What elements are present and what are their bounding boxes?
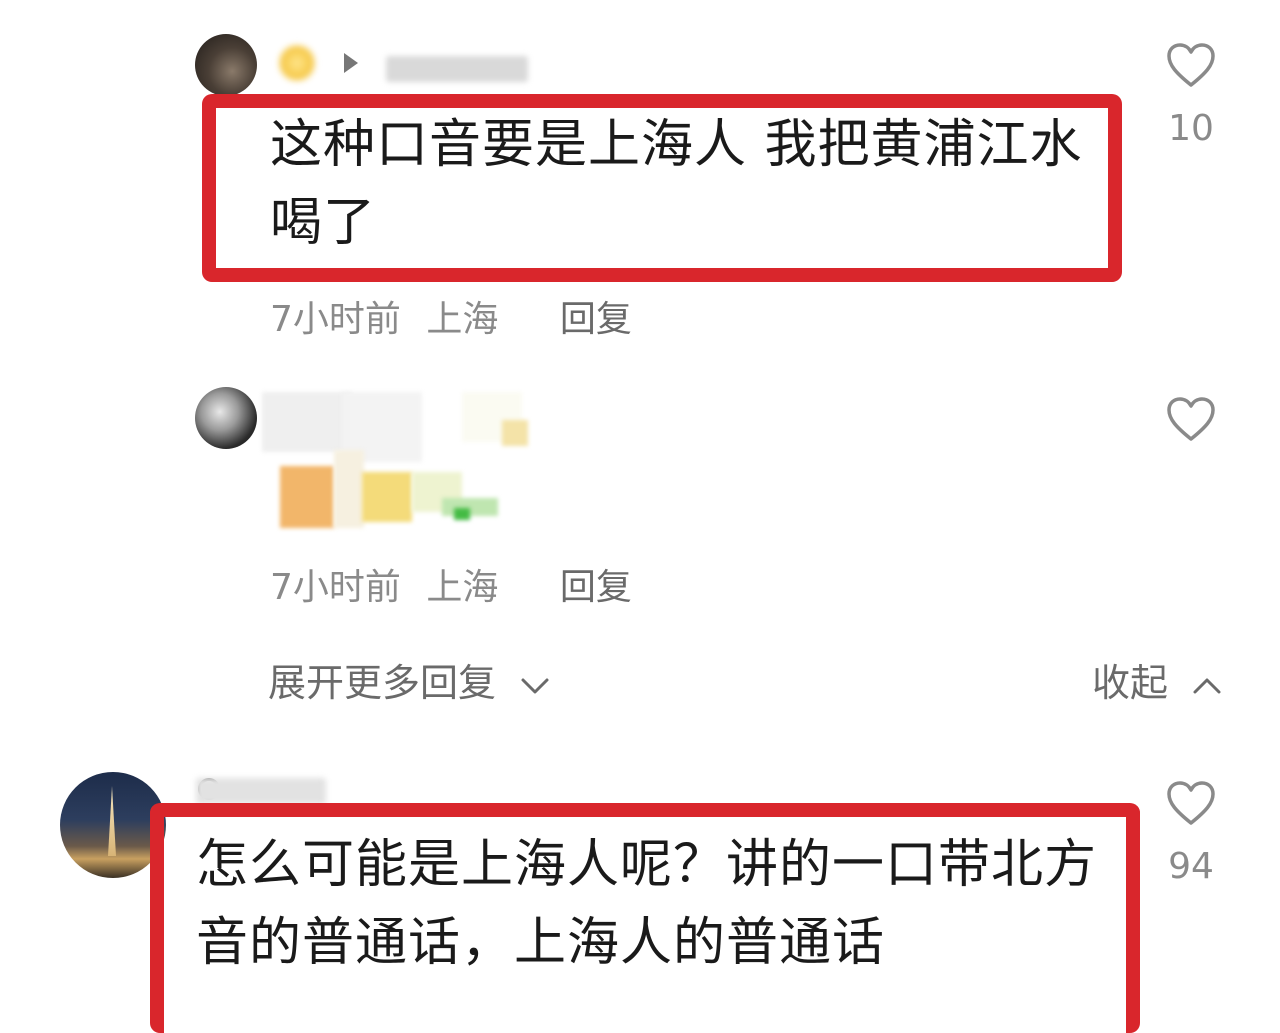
play-triangle-icon (344, 53, 358, 73)
reply-button[interactable]: 回复 (560, 299, 632, 340)
collapse-label: 收起 (1092, 661, 1169, 705)
avatar[interactable] (195, 34, 257, 96)
like-count: 94 (1168, 846, 1214, 887)
comment-text: 这种口音要是上海人 我把黄浦江水喝了 (270, 115, 1083, 253)
avatar[interactable] (195, 387, 257, 449)
comment-time: 7小时前 (270, 567, 401, 608)
heart-icon[interactable] (1166, 42, 1216, 88)
comment-meta: 7小时前 上海 回复 (270, 558, 632, 610)
username-obscured[interactable] (196, 778, 326, 804)
comment-meta: 7小时前 上海 回复 (270, 290, 632, 342)
comment-location: 上海 (426, 299, 499, 340)
expand-label: 展开更多回复 (268, 661, 497, 705)
sticker-image (262, 392, 532, 532)
avatar-tower-graphic (108, 786, 116, 856)
chevron-down-icon (521, 678, 549, 693)
collapse-replies-button[interactable]: 收起 (1092, 652, 1222, 707)
expand-replies-button[interactable]: 展开更多回复 (268, 652, 550, 707)
chevron-up-icon (1193, 678, 1221, 693)
comment-location: 上海 (426, 567, 499, 608)
like-count: 10 (1168, 108, 1214, 149)
crown-badge-icon (278, 44, 316, 82)
comment-time: 7小时前 (270, 299, 401, 340)
heart-icon[interactable] (1166, 396, 1216, 442)
heart-icon[interactable] (1166, 780, 1216, 826)
reply-button[interactable]: 回复 (560, 567, 632, 608)
comment-text: 怎么可能是上海人呢？讲的一口带北方音的普通话，上海人的普通话 (196, 835, 1098, 973)
username-obscured[interactable] (386, 56, 528, 82)
